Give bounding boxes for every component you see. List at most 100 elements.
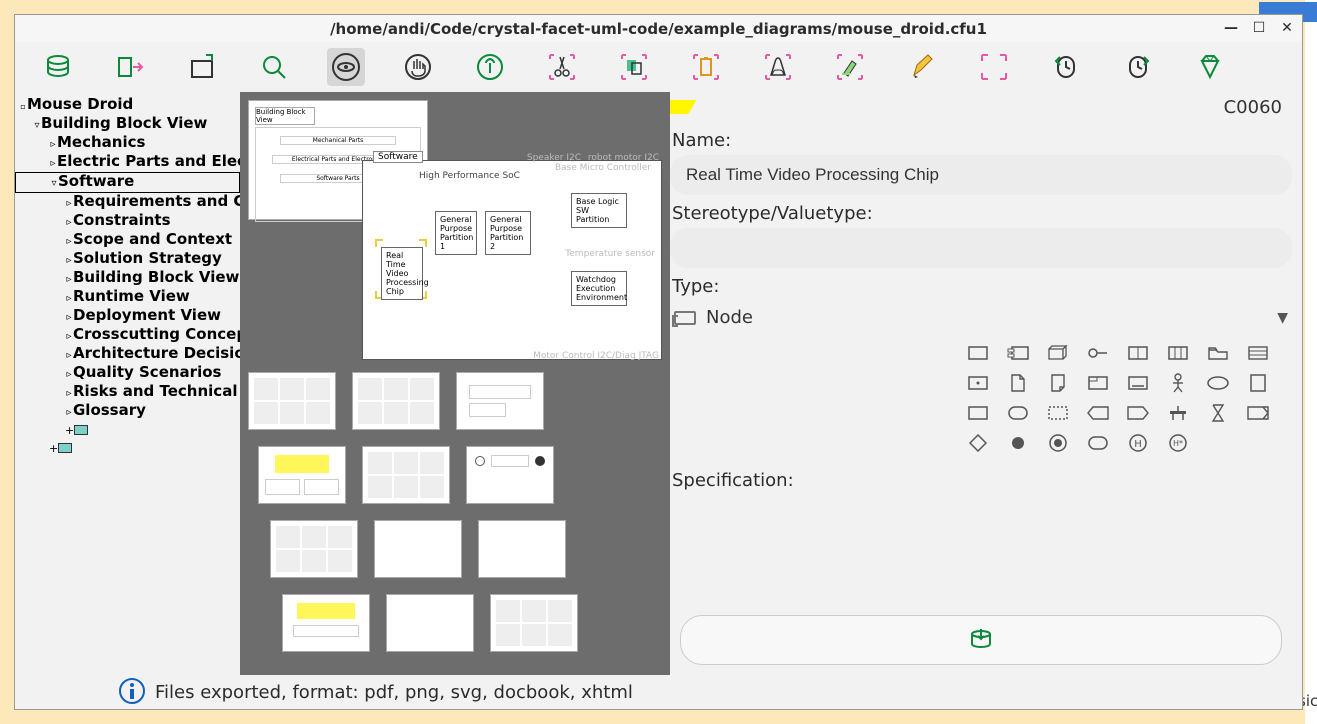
tree-item[interactable]: Glossary (15, 402, 240, 421)
tree-item[interactable]: Scope and Context (15, 231, 240, 250)
tree-item[interactable]: Requirements and Goals (15, 193, 240, 212)
type-split2-icon[interactable] (1122, 340, 1154, 366)
name-input[interactable] (670, 155, 1292, 195)
tree-root[interactable]: Mouse Droid (15, 96, 240, 115)
selection-reset-icon[interactable] (975, 48, 1013, 86)
tree-item[interactable]: Runtime View (15, 288, 240, 307)
hand-icon[interactable] (399, 48, 437, 86)
type-split3-icon[interactable] (1162, 340, 1194, 366)
selection-handle[interactable] (419, 239, 427, 247)
sprout-icon[interactable] (471, 48, 509, 86)
node-wde[interactable]: Watchdog Execution Environment (571, 271, 627, 306)
type-send-icon[interactable] (1122, 400, 1154, 426)
type-label: Type: (670, 268, 1292, 301)
child-thumb[interactable] (374, 520, 462, 578)
type-rect-icon[interactable] (962, 340, 994, 366)
type-rounded-icon[interactable] (1002, 400, 1034, 426)
copy-icon[interactable] (615, 48, 653, 86)
node-blsw[interactable]: Base Logic SW Partition (571, 193, 627, 228)
type-receive-icon[interactable] (1242, 400, 1274, 426)
tree-item[interactable]: Deployment View (15, 307, 240, 326)
type-rounded2-icon[interactable] (1082, 430, 1114, 456)
tree-item[interactable]: Crosscutting Concepts (15, 326, 240, 345)
diagram-canvas[interactable]: Building Block View Mechanical Parts Ele… (240, 92, 670, 675)
type-rect-dot-icon[interactable] (962, 370, 994, 396)
type-note-icon[interactable] (1042, 370, 1074, 396)
tree-item[interactable]: Solution Strategy (15, 250, 240, 269)
type-filled-circle-icon[interactable] (1002, 430, 1034, 456)
tree-item[interactable]: Constraints (15, 212, 240, 231)
tree-item[interactable]: Building Block View (15, 115, 240, 134)
main-window: /home/andi/Code/crystal-facet-uml-code/e… (14, 14, 1303, 710)
child-thumb[interactable] (386, 594, 474, 652)
child-thumb[interactable] (282, 594, 370, 652)
selection-handle[interactable] (375, 239, 383, 247)
type-frame-icon[interactable] (1082, 370, 1114, 396)
type-interface-icon[interactable] (1082, 340, 1114, 366)
type-table-icon[interactable] (1242, 340, 1274, 366)
maximize-button[interactable]: ☐ (1250, 19, 1268, 37)
type-fork-icon[interactable] (1162, 400, 1194, 426)
type-historydeep-icon[interactable]: H* (1162, 430, 1194, 456)
view-eye-icon[interactable] (327, 48, 365, 86)
type-node3d-icon[interactable] (1042, 340, 1074, 366)
undo-icon[interactable] (1047, 48, 1085, 86)
child-thumb[interactable] (490, 594, 578, 652)
cut-icon[interactable] (543, 48, 581, 86)
node-rtvpc[interactable]: Real Time Video Processing Chip (381, 247, 423, 300)
type-hourglass-icon[interactable] (1202, 400, 1234, 426)
type-actor-icon[interactable] (1162, 370, 1194, 396)
child-thumb[interactable] (478, 520, 566, 578)
node-gpp2[interactable]: General Purpose Partition 2 (485, 211, 531, 255)
type-ellipse-icon[interactable] (1202, 370, 1234, 396)
titlebar[interactable]: /home/andi/Code/crystal-facet-uml-code/e… (15, 15, 1302, 42)
pencil-icon[interactable] (903, 48, 941, 86)
tree-item-selected[interactable]: Software (15, 172, 240, 193)
close-button[interactable]: ✕ (1278, 19, 1296, 37)
current-diagram[interactable]: Software High Performance SoC Speaker I2… (362, 160, 662, 360)
type-accept-icon[interactable] (1082, 400, 1114, 426)
tree-item[interactable]: Risks and Technical Debts (15, 383, 240, 402)
type-dashed-rect-icon[interactable] (1042, 400, 1074, 426)
tree-new-item[interactable]: + (15, 439, 240, 457)
child-thumb[interactable] (456, 372, 544, 430)
type-card-icon[interactable] (1242, 370, 1274, 396)
paste-icon[interactable] (687, 48, 725, 86)
child-thumb[interactable] (362, 446, 450, 504)
type-dropdown[interactable]: Node ▼ (670, 301, 1292, 334)
child-thumb[interactable] (248, 372, 336, 430)
child-thumb[interactable] (466, 446, 554, 504)
specification-label: Specification: (670, 462, 1292, 495)
tree-item[interactable]: Electric Parts and Electronics (15, 153, 240, 172)
about-diamond-icon[interactable] (1191, 48, 1229, 86)
redo-icon[interactable] (1119, 48, 1157, 86)
tree-new-item[interactable]: + (15, 421, 240, 439)
node-gpp1[interactable]: General Purpose Partition 1 (435, 211, 477, 255)
diagram-label: robot motor I2C (588, 153, 659, 163)
type-folder-icon[interactable] (1202, 340, 1234, 366)
database-icon[interactable] (39, 48, 77, 86)
child-thumb[interactable] (270, 520, 358, 578)
new-window-icon[interactable] (183, 48, 221, 86)
export-icon[interactable] (111, 48, 149, 86)
type-diamond-icon[interactable] (962, 430, 994, 456)
type-rect2-icon[interactable] (962, 400, 994, 426)
type-underline-icon[interactable] (1122, 370, 1154, 396)
tree-item[interactable]: Building Block View (15, 269, 240, 288)
commit-button[interactable] (680, 615, 1282, 665)
type-history-icon[interactable]: H (1122, 430, 1154, 456)
minimize-button[interactable]: — (1222, 19, 1240, 37)
search-icon[interactable] (255, 48, 293, 86)
tree-item[interactable]: Quality Scenarios (15, 364, 240, 383)
type-component-icon[interactable] (1002, 340, 1034, 366)
type-page-icon[interactable] (1002, 370, 1034, 396)
tree-navigator[interactable]: Mouse Droid Building Block View Mechanic… (15, 92, 240, 675)
stereotype-input[interactable] (670, 228, 1292, 268)
delete-icon[interactable] (759, 48, 797, 86)
highlight-icon[interactable] (831, 48, 869, 86)
type-final-icon[interactable] (1042, 430, 1074, 456)
child-thumb[interactable] (352, 372, 440, 430)
child-thumb[interactable] (258, 446, 346, 504)
tree-item[interactable]: Mechanics (15, 134, 240, 153)
tree-item[interactable]: Architecture Decisions (15, 345, 240, 364)
